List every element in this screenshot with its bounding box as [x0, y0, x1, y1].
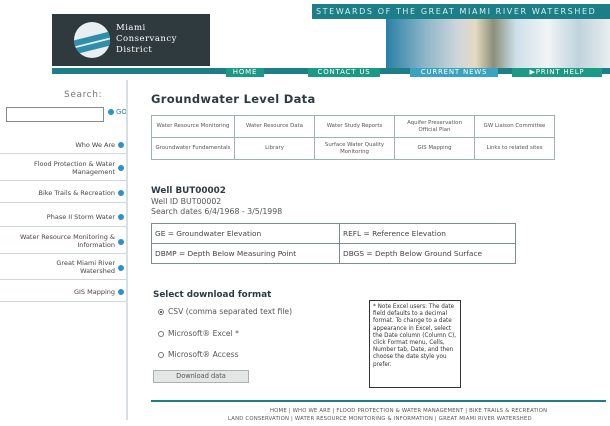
format-option-access[interactable]: Microsoft® Access	[158, 350, 239, 359]
format-option-label: Microsoft® Excel *	[168, 329, 239, 338]
sidebar-item-label: Great Miami River Watershed	[56, 259, 115, 275]
legend-cell: GE = Groundwater Elevation	[151, 223, 340, 244]
grid-link-water-study-reports[interactable]: Water Study Reports	[314, 115, 395, 138]
grid-link-gw-liaison[interactable]: GW Liaison Committee	[474, 115, 555, 138]
radio-unselected-icon[interactable]	[158, 351, 164, 358]
download-data-button[interactable]: Download data	[153, 370, 249, 383]
well-name: Well BUT00002	[151, 186, 226, 196]
grid-link-library[interactable]: Library	[234, 137, 315, 160]
sidebar-item-water-monitoring[interactable]: Water Resource Monitoring & Information	[0, 230, 126, 254]
bullet-arrow-icon	[118, 264, 124, 271]
logo-text-line: Miami	[116, 23, 146, 33]
sidebar: Search: GO Who We Are Flood Protection &…	[0, 80, 128, 426]
sidebar-item-label: Phase II Storm Water	[46, 213, 115, 221]
bullet-arrow-icon	[118, 165, 124, 171]
district-logo[interactable]: Miami Conservancy District	[52, 14, 210, 66]
logo-text-line: District	[116, 45, 153, 55]
nav-home-button[interactable]: HOME	[226, 68, 264, 77]
footer-links-primary[interactable]: HOME | WHO WE ARE | FLOOD PROTECTION & W…	[270, 408, 547, 414]
sidebar-item-bike-trails[interactable]: Bike Trails & Recreation	[0, 183, 126, 203]
header-photo-banner	[386, 19, 610, 68]
sidebar-item-flood-protection[interactable]: Flood Protection & Water Management	[0, 156, 126, 181]
search-input[interactable]	[6, 107, 104, 122]
site-header: STEWARDS OF THE GREAT MIAMI RIVER WATERS…	[0, 0, 610, 77]
grid-link-related-sites[interactable]: Links to related sites	[474, 137, 555, 160]
grid-link-water-resource-monitoring[interactable]: Water Resource Monitoring	[151, 115, 235, 138]
bullet-arrow-icon	[118, 238, 124, 245]
footer-links-secondary[interactable]: LAND CONSERVATION | WATER RESOURCE MONIT…	[228, 416, 532, 422]
sidebar-item-who-we-are[interactable]: Who We Are	[0, 136, 126, 154]
sidebar-item-label: Bike Trails & Recreation	[38, 189, 116, 197]
grid-link-surface-water-quality[interactable]: Surface Water Quality Monitoring	[314, 137, 395, 160]
excel-note: * Note Excel users: The date field defau…	[369, 300, 461, 388]
search-label: Search:	[64, 90, 103, 100]
water-waves-icon	[74, 22, 110, 58]
radio-unselected-icon[interactable]	[158, 330, 164, 337]
sidebar-item-watershed[interactable]: Great Miami River Watershed	[0, 256, 126, 280]
bullet-arrow-icon	[118, 189, 124, 196]
nav-contact-us-button[interactable]: CONTACT US	[308, 68, 380, 77]
radio-selected-icon[interactable]	[158, 308, 164, 315]
legend-cell: DBGS = Depth Below Ground Surface	[339, 243, 516, 264]
footer-divider	[151, 400, 606, 402]
sidebar-item-label: Water Resource Monitoring & Information	[19, 233, 115, 249]
bullet-arrow-icon	[118, 213, 124, 220]
grid-link-gis-mapping[interactable]: GIS Mapping	[394, 137, 475, 160]
logo-text-line: Conservancy	[116, 34, 177, 44]
sidebar-item-label: GIS Mapping	[73, 288, 115, 296]
bullet-arrow-icon	[118, 141, 124, 148]
nav-print-help-button[interactable]: ▶PRINT HELP	[512, 68, 602, 77]
search-dates: Search dates 6/4/1968 - 3/5/1998	[151, 207, 283, 216]
format-option-excel[interactable]: Microsoft® Excel *	[158, 329, 239, 338]
page-title: Groundwater Level Data	[151, 92, 316, 106]
nav-current-news-button[interactable]: CURRENT NEWS	[410, 68, 498, 77]
abbreviation-legend: GE = Groundwater Elevation REFL = Refere…	[151, 223, 516, 264]
download-format-heading: Select download format	[153, 290, 272, 300]
format-option-csv[interactable]: CSV (comma separated text file)	[158, 307, 292, 316]
sidebar-divider	[126, 80, 128, 420]
grid-link-groundwater-fundamentals[interactable]: Groundwater Fundamentals	[151, 137, 235, 160]
legend-cell: DBMP = Depth Below Measuring Point	[151, 243, 340, 264]
sidebar-item-label: Who We Are	[75, 141, 115, 149]
grid-link-water-resource-data[interactable]: Water Resource Data	[234, 115, 315, 138]
sidebar-item-label: Flood Protection & Water Management	[34, 160, 115, 176]
bullet-arrow-icon	[118, 288, 124, 295]
section-link-grid: Water Resource Monitoring Water Resource…	[151, 115, 555, 160]
grid-link-aquifer-preservation[interactable]: Aquifer Preservation Official Plan	[394, 115, 475, 138]
search-go-button[interactable]: GO	[108, 108, 127, 116]
go-arrow-icon	[108, 109, 114, 115]
sidebar-item-storm-water[interactable]: Phase II Storm Water	[0, 207, 126, 227]
format-option-label: CSV (comma separated text file)	[168, 307, 293, 316]
sidebar-item-gis-mapping[interactable]: GIS Mapping	[0, 282, 126, 302]
site-tagline: STEWARDS OF THE GREAT MIAMI RIVER WATERS…	[312, 4, 610, 19]
well-id: Well ID BUT00002	[151, 197, 222, 206]
format-option-label: Microsoft® Access	[168, 350, 239, 359]
legend-cell: REFL = Reference Elevation	[339, 223, 516, 244]
